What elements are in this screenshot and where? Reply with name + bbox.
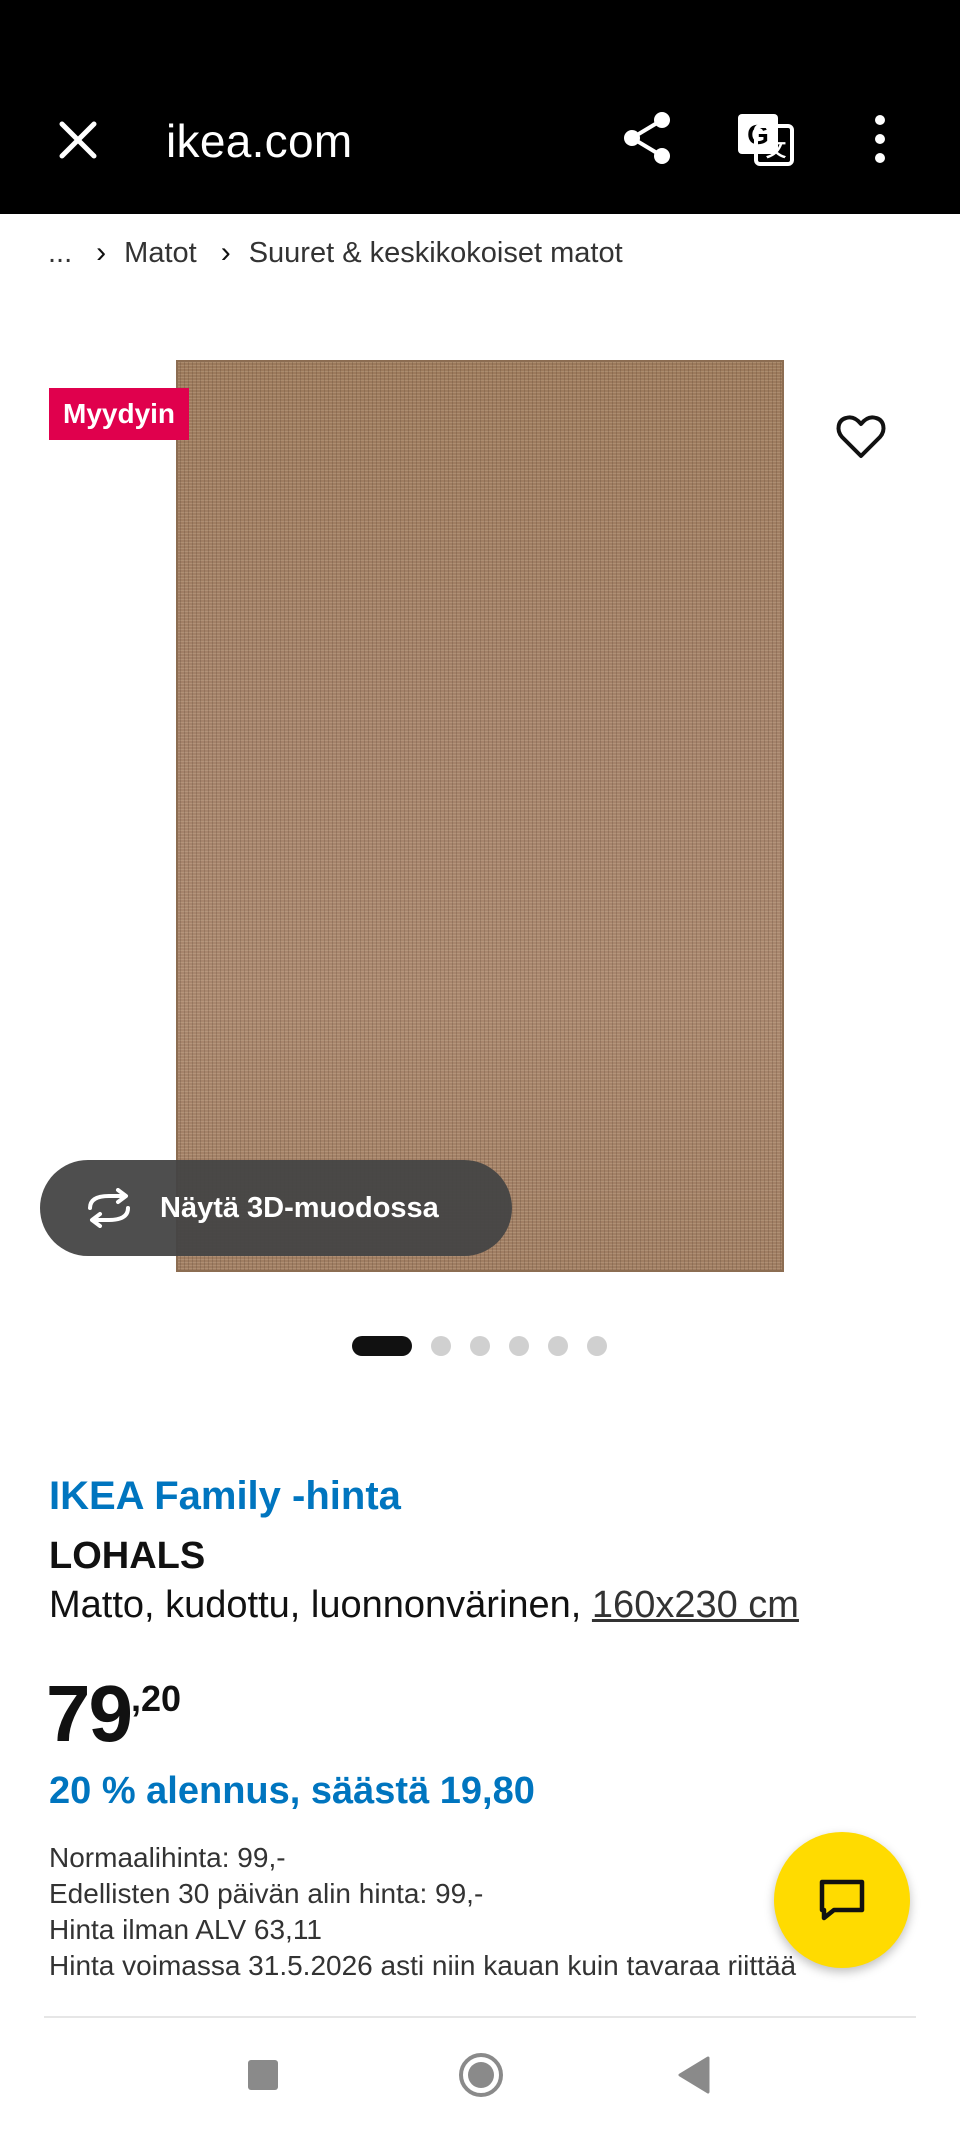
browser-toolbar: ikea.com G 文	[0, 68, 960, 214]
breadcrumb: ... › Matot › Suuret & keskikokoiset mat…	[48, 236, 623, 270]
product-name: LOHALS	[49, 1535, 206, 1577]
divider	[44, 2016, 916, 2018]
price-details: Normaalihinta: 99,- Edellisten 30 päivän…	[49, 1840, 796, 1984]
normal-price: Normaalihinta: 99,-	[49, 1842, 286, 1873]
pagination-dot[interactable]	[548, 1336, 568, 1356]
pagination-dot[interactable]	[587, 1336, 607, 1356]
breadcrumb-matot[interactable]: Matot	[124, 237, 197, 270]
page-domain: ikea.com	[166, 115, 353, 167]
favorite-heart-icon[interactable]	[834, 410, 888, 464]
breadcrumb-ellipsis[interactable]: ...	[48, 237, 72, 270]
chevron-right-icon: ›	[220, 236, 231, 269]
chat-button[interactable]	[774, 1832, 910, 1968]
pagination-dot-active[interactable]	[352, 1336, 412, 1356]
product-size-link[interactable]: 160x230 cm	[592, 1584, 799, 1626]
lowest-price-30-days: Edellisten 30 päivän alin hinta: 99,-	[49, 1878, 484, 1909]
pagination-dot[interactable]	[509, 1336, 529, 1356]
price-integer: 79	[46, 1669, 133, 1758]
price-without-vat: Hinta ilman ALV 63,11	[49, 1914, 322, 1945]
discount-text: 20 % alennus, säästä 19,80	[49, 1770, 535, 1812]
pagination-dot[interactable]	[431, 1336, 451, 1356]
status-bar	[0, 0, 960, 68]
chat-icon	[819, 1879, 865, 1921]
family-price-label: IKEA Family -hinta	[49, 1474, 401, 1518]
price-decimal: ,20	[130, 1678, 182, 1719]
svg-text:文: 文	[766, 137, 787, 161]
system-navigation-bar	[0, 2020, 960, 2133]
product-image-rug	[176, 360, 784, 1272]
gallery-pagination	[352, 1336, 607, 1356]
pagination-dot[interactable]	[470, 1336, 490, 1356]
view-3d-label: Näytä 3D-muodossa	[160, 1191, 439, 1224]
product-price: 79,20	[46, 1668, 181, 1760]
breadcrumb-category[interactable]: Suuret & keskikokoiset matot	[249, 237, 623, 270]
recent-apps-icon[interactable]	[248, 2060, 278, 2090]
view-3d-button[interactable]: Näytä 3D-muodossa	[40, 1160, 512, 1256]
bestseller-badge: Myydyin	[49, 388, 190, 440]
price-validity: Hinta voimassa 31.5.2026 asti niin kauan…	[49, 1950, 797, 1981]
back-icon[interactable]	[676, 2054, 712, 2096]
translate-icon[interactable]: G 文	[734, 108, 796, 170]
close-icon[interactable]	[48, 110, 108, 170]
share-icon[interactable]	[618, 108, 678, 168]
product-description-text: Matto, kudottu, luonnonvärinen,	[49, 1584, 582, 1626]
rotate-3d-icon	[88, 1188, 130, 1228]
chevron-right-icon: ›	[96, 236, 107, 269]
product-image-gallery[interactable]: Myydyin Näytä 3D-muodossa	[0, 330, 960, 1300]
more-vert-icon[interactable]	[866, 108, 894, 170]
product-description: Matto, kudottu, luonnonvärinen, 160x230 …	[49, 1584, 799, 1627]
home-icon[interactable]	[458, 2052, 504, 2098]
